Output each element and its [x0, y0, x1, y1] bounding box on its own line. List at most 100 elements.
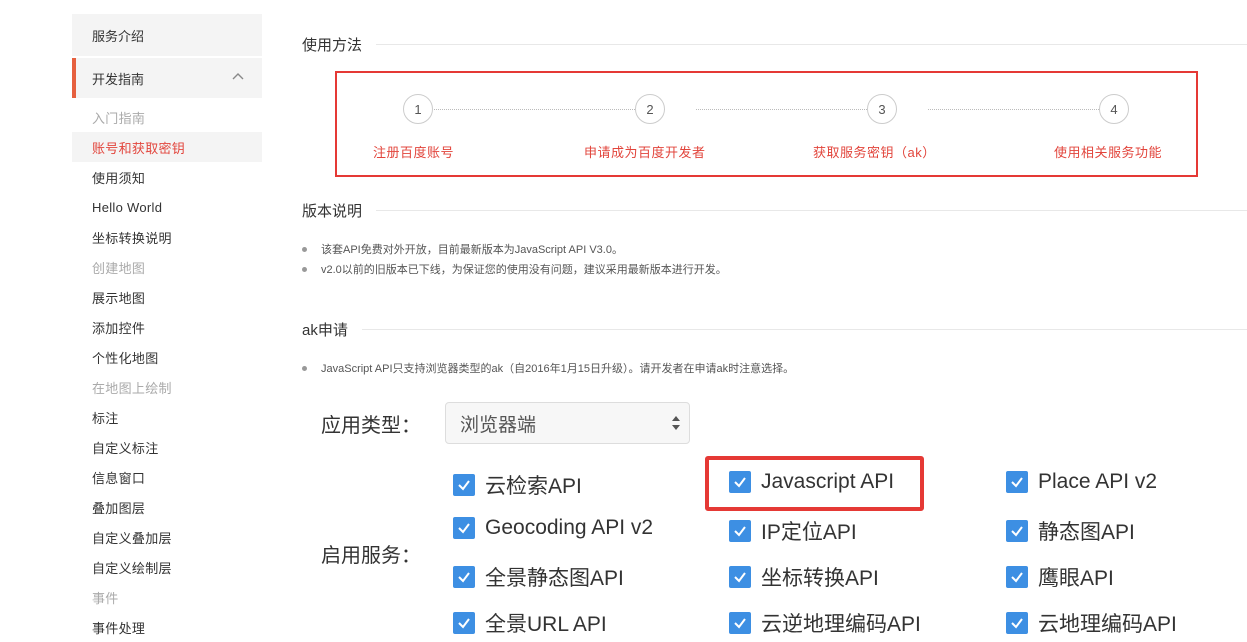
sidebar-item-getting-started[interactable]: 入门指南 — [72, 102, 262, 132]
service-label: 全景静态图API — [485, 567, 624, 590]
service-label: 静态图API — [1038, 521, 1135, 544]
sidebar-item-marker[interactable]: 标注 — [72, 402, 262, 432]
checkbox-checked-icon — [453, 517, 475, 539]
sidebar-item-label: 个性化地图 — [92, 350, 159, 366]
service-checkbox[interactable]: 静态图API — [1006, 516, 1135, 546]
service-label: Javascript API — [761, 470, 895, 493]
checkbox-checked-icon — [453, 474, 475, 496]
step-connector — [928, 109, 1099, 110]
service-checkbox[interactable]: Place API v2 — [1006, 470, 1157, 494]
step-link-get-key[interactable]: 获取服务密钥（ak） — [813, 142, 936, 161]
list-item: v2.0以前的旧版本已下线，为保证您的使用没有问题，建议采用最新版本进行开发。 — [302, 259, 727, 279]
bullet-icon — [302, 365, 307, 371]
sidebar-item-info-window[interactable]: 信息窗口 — [72, 462, 262, 492]
sidebar-item-custom-overlay[interactable]: 自定义叠加层 — [72, 522, 262, 552]
sidebar-item-custom-map[interactable]: 个性化地图 — [72, 342, 262, 372]
service-checkbox[interactable]: 云逆地理编码API — [729, 608, 921, 638]
checkbox-checked-icon — [453, 566, 475, 588]
sidebar-item-hello-world[interactable]: Hello World — [72, 192, 262, 222]
sidebar-item-label: 使用须知 — [92, 170, 146, 186]
section-divider — [376, 44, 1247, 45]
service-checkbox[interactable]: Javascript API — [729, 470, 894, 494]
service-checkbox[interactable]: 坐标转换API — [729, 562, 879, 592]
sidebar-item-label: 自定义绘制层 — [92, 560, 172, 576]
service-label: Place API v2 — [1038, 470, 1158, 493]
step-link-become-developer[interactable]: 申请成为百度开发者 — [584, 142, 706, 161]
section-title-ak: ak申请 — [302, 319, 1247, 340]
list-item-text: 该套API免费对外开放，目前最新版本为JavaScript API V3.0。 — [321, 244, 623, 256]
section-title-usage: 使用方法 — [302, 34, 1247, 55]
sidebar-item-account-key[interactable]: 账号和获取密钥 — [72, 132, 262, 162]
sidebar-item-label: 在地图上绘制 — [92, 380, 172, 396]
sidebar-item-label: 展示地图 — [92, 290, 146, 306]
sidebar-item-events[interactable]: 事件 — [72, 582, 262, 612]
ak-notes: JavaScript API只支持浏览器类型的ak（自2016年1月15日升级）… — [302, 358, 794, 378]
sidebar: 服务介绍 开发指南 入门指南 账号和获取密钥 使用须知 Hello World … — [72, 14, 262, 642]
checkbox-checked-icon — [729, 566, 751, 588]
service-label: 云地理编码API — [1038, 613, 1177, 636]
sidebar-item-label: 账号和获取密钥 — [92, 140, 186, 156]
step-number: 4 — [1099, 94, 1129, 124]
service-label: 全景URL API — [485, 613, 607, 636]
sidebar-item-label: 自定义叠加层 — [92, 530, 172, 546]
checkbox-checked-icon — [729, 471, 751, 493]
checkbox-checked-icon — [729, 612, 751, 634]
sidebar-group-dev-guide[interactable]: 开发指南 — [72, 58, 262, 98]
sidebar-item-custom-draw-layer[interactable]: 自定义绘制层 — [72, 552, 262, 582]
sidebar-item-label: 事件处理 — [92, 620, 146, 636]
step-number: 2 — [635, 94, 665, 124]
sidebar-item-label: 服务介绍 — [92, 28, 145, 44]
service-label: IP定位API — [761, 521, 857, 544]
sidebar-item-label: 事件 — [92, 590, 119, 606]
sidebar-item-label: 叠加图层 — [92, 500, 146, 516]
sidebar-item-label: 标注 — [92, 410, 119, 426]
sidebar-item-label: 入门指南 — [92, 110, 146, 126]
sidebar-item-service-intro[interactable]: 服务介绍 — [72, 14, 262, 56]
checkbox-checked-icon — [1006, 471, 1028, 493]
step-link-use-services[interactable]: 使用相关服务功能 — [1054, 142, 1162, 161]
sidebar-item-event-handling[interactable]: 事件处理 — [72, 612, 262, 642]
sidebar-item-add-control[interactable]: 添加控件 — [72, 312, 262, 342]
sidebar-item-label: 创建地图 — [92, 260, 146, 276]
list-item: JavaScript API只支持浏览器类型的ak（自2016年1月15日升级）… — [302, 358, 794, 378]
sidebar-item-custom-marker[interactable]: 自定义标注 — [72, 432, 262, 462]
section-title-text: 版本说明 — [302, 203, 363, 220]
service-label: 云逆地理编码API — [761, 613, 921, 636]
step-number: 3 — [867, 94, 897, 124]
list-item-text: JavaScript API只支持浏览器类型的ak（自2016年1月15日升级）… — [321, 363, 795, 375]
section-title-text: ak申请 — [302, 322, 348, 339]
step-number: 1 — [403, 94, 433, 124]
checkbox-checked-icon — [1006, 520, 1028, 542]
service-checkbox[interactable]: 全景URL API — [453, 608, 607, 638]
section-title-text: 使用方法 — [302, 37, 363, 54]
app-type-label: 应用类型： — [321, 415, 421, 437]
sidebar-item-usage-notes[interactable]: 使用须知 — [72, 162, 262, 192]
service-checkbox[interactable]: Geocoding API v2 — [453, 516, 653, 540]
checkbox-checked-icon — [453, 612, 475, 634]
steps-highlight-box: 1 2 3 4 注册百度账号 申请成为百度开发者 获取服务密钥（ak） 使用相关… — [335, 71, 1198, 177]
sidebar-item-create-map[interactable]: 创建地图 — [72, 252, 262, 282]
service-checkbox[interactable]: 鹰眼API — [1006, 562, 1114, 592]
sidebar-item-label: Hello World — [92, 199, 163, 215]
service-checkbox[interactable]: IP定位API — [729, 516, 857, 546]
sidebar-item-coord-conversion[interactable]: 坐标转换说明 — [72, 222, 262, 252]
sidebar-item-show-map[interactable]: 展示地图 — [72, 282, 262, 312]
app-type-select[interactable]: 浏览器端 — [445, 402, 690, 444]
chevron-up-icon — [232, 73, 244, 80]
sidebar-item-overlay-layer[interactable]: 叠加图层 — [72, 492, 262, 522]
sidebar-item-label: 坐标转换说明 — [92, 230, 172, 246]
service-label: 云检索API — [485, 475, 582, 498]
service-checkbox[interactable]: 全景静态图API — [453, 562, 624, 592]
section-title-version: 版本说明 — [302, 200, 1247, 221]
service-checkbox[interactable]: 云检索API — [453, 470, 582, 500]
service-label: Geocoding API v2 — [485, 516, 654, 539]
checkbox-checked-icon — [1006, 612, 1028, 634]
bullet-icon — [302, 246, 307, 252]
sidebar-item-draw-on-map[interactable]: 在地图上绘制 — [72, 372, 262, 402]
bullet-icon — [302, 266, 307, 272]
service-checkbox[interactable]: 云地理编码API — [1006, 608, 1177, 638]
checkbox-checked-icon — [729, 520, 751, 542]
section-divider — [361, 329, 1247, 330]
list-item-text: v2.0以前的旧版本已下线，为保证您的使用没有问题，建议采用最新版本进行开发。 — [321, 264, 727, 276]
step-link-register[interactable]: 注册百度账号 — [373, 142, 454, 161]
